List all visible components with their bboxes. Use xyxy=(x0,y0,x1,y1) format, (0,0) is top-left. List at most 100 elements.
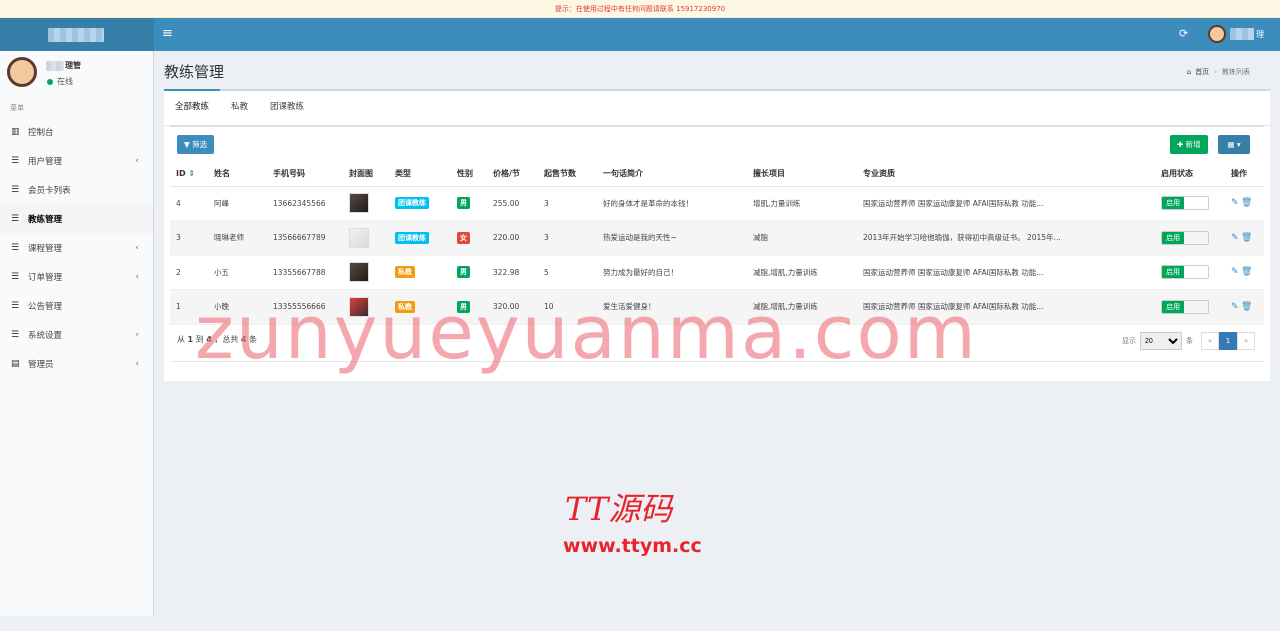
list-icon: ☰ xyxy=(11,271,20,282)
trash-icon[interactable]: 🗑 xyxy=(1241,198,1252,208)
logo[interactable] xyxy=(0,18,154,51)
cell-id: 4 xyxy=(170,186,208,221)
edit-icon[interactable]: ✎ xyxy=(1231,302,1239,312)
sidebar-item-6[interactable]: ☰ 公告管理 xyxy=(0,291,153,320)
cell-actions: ✎ 🗑 xyxy=(1225,289,1264,325)
column-header: 姓名 xyxy=(208,162,267,187)
status-toggle[interactable]: 启用 xyxy=(1161,196,1209,211)
refresh-icon[interactable]: ⟳ xyxy=(1179,27,1188,40)
table-row: 2 小五 13355667788 私教 男 322.98 5 努力成为最好的自己！ 减脂,增肌,… xyxy=(170,255,1264,290)
cell-id: 2 xyxy=(170,255,208,290)
cell-cover xyxy=(343,220,389,256)
cell-gender: 男 xyxy=(451,255,487,290)
table-row: 4 阿峰 13662345566 团课教练 男 255.00 3 好的身体才是革命的本钱！ 增肌… xyxy=(170,186,1264,221)
list-icon: ☰ xyxy=(11,213,20,224)
cell-actions: ✎ 🗑 xyxy=(1225,186,1264,221)
column-header: 起售节数 xyxy=(538,162,597,187)
filter-button[interactable]: ▼ 筛选 xyxy=(177,135,215,154)
tab-private-coach[interactable]: 私教 xyxy=(220,91,259,125)
breadcrumb-current: 教练列表 xyxy=(1222,68,1250,76)
cell-min-lessons: 5 xyxy=(538,255,597,290)
edit-icon[interactable]: ✎ xyxy=(1231,233,1239,243)
sidebar-toggle-icon[interactable]: ≡ xyxy=(162,26,173,42)
sidebar-item-8[interactable]: ▤ 管理员 ‹ xyxy=(0,349,153,378)
trash-icon[interactable]: 🗑 xyxy=(1241,302,1252,312)
edit-icon[interactable]: ✎ xyxy=(1231,198,1239,208)
cell-type: 私教 xyxy=(389,255,451,290)
status-toggle[interactable]: 启用 xyxy=(1161,265,1209,280)
tab-all-coaches[interactable]: 全部教练 xyxy=(164,89,221,125)
column-header: 专业资质 xyxy=(857,162,1155,187)
cover-image[interactable] xyxy=(349,193,369,214)
next-page-button[interactable]: » xyxy=(1237,332,1255,350)
cell-skill: 减脂 xyxy=(747,220,857,256)
column-header: 封面图 xyxy=(343,162,389,187)
column-header: 启用状态 xyxy=(1155,162,1225,187)
table-header-row: ID ⇕ 姓名 手机号码 封面图 类型 性别 价格/节 起售节数 一句话简介 擅长项目 专业资质 启用… xyxy=(170,162,1264,187)
type-badge: 团课教练 xyxy=(395,197,429,210)
status-toggle[interactable]: 启用 xyxy=(1161,299,1209,314)
list-icon: ☰ xyxy=(11,184,20,195)
column-header: 一句话简介 xyxy=(597,162,747,187)
home-icon: ⌂ xyxy=(1186,68,1192,76)
cell-name: 小五 xyxy=(208,255,267,290)
page-title: 教练管理 xyxy=(164,63,225,81)
cell-price: 220.00 xyxy=(487,220,538,256)
page-size-select[interactable]: 20 xyxy=(1140,332,1182,350)
sidebar: 理管 在线 菜单 ▥ 控制台 ☰ 用户管理 ‹ ☰ 会员卡列表 ☰ 教练管理 ☰ 课程管理 ‹ ☰ 订单管… xyxy=(0,51,154,616)
sidebar-item-3[interactable]: ☰ 教练管理 xyxy=(0,204,153,233)
breadcrumb: ⌂ 首页 › 教练列表 xyxy=(1186,67,1250,77)
sidebar-item-1[interactable]: ☰ 用户管理 ‹ xyxy=(0,146,153,175)
cell-actions: ✎ 🗑 xyxy=(1225,220,1264,256)
page-1-button[interactable]: 1 xyxy=(1219,332,1237,350)
sidebar-item-5[interactable]: ☰ 订单管理 ‹ xyxy=(0,262,153,291)
column-header: 擅长项目 xyxy=(747,162,857,187)
chevron-left-icon: ‹ xyxy=(135,329,139,340)
tab-bar: 全部教练 私教 团课教练 xyxy=(164,89,1270,126)
add-coach-button[interactable]: ✚ 新增 xyxy=(1170,135,1208,154)
cell-phone: 13662345566 xyxy=(267,186,343,221)
status-toggle[interactable]: 启用 xyxy=(1161,230,1209,245)
trash-icon[interactable]: 🗑 xyxy=(1241,267,1252,277)
cover-image[interactable] xyxy=(349,227,369,248)
column-header: 价格/节 xyxy=(487,162,538,187)
prev-page-button[interactable]: « xyxy=(1201,332,1219,350)
cell-intro: 努力成为最好的自己！ xyxy=(597,255,747,290)
sidebar-item-label: 控制台 xyxy=(28,127,54,138)
column-header: 手机号码 xyxy=(267,162,343,187)
chevron-left-icon: ‹ xyxy=(135,242,139,253)
admin-icon: ▤ xyxy=(11,358,20,369)
trash-icon[interactable]: 🗑 xyxy=(1241,233,1252,243)
column-header[interactable]: ID ⇕ xyxy=(170,162,208,187)
breadcrumb-home[interactable]: 首页 xyxy=(1195,67,1209,77)
sidebar-item-label: 用户管理 xyxy=(28,156,63,167)
edit-icon[interactable]: ✎ xyxy=(1231,267,1239,277)
gender-badge: 女 xyxy=(457,231,470,244)
column-header: 性别 xyxy=(451,162,487,187)
cell-status: 启用 xyxy=(1155,255,1225,290)
table-row: 3 晓琳老师 13566667789 团课教练女 220.00 3 热爱运动是我的天性~ 减脂… xyxy=(170,220,1264,256)
tab-group-coach[interactable]: 团课教练 xyxy=(259,91,315,125)
cell-phone: 13355667788 xyxy=(267,255,343,290)
cell-gender: 女 xyxy=(451,220,487,256)
sidebar-item-7[interactable]: ☰ 系统设置 ‹ xyxy=(0,320,153,349)
cell-type: 团课教练 xyxy=(389,186,451,221)
columns-toggle-button[interactable]: ▦ ▾ xyxy=(1218,135,1250,154)
user-menu[interactable]: 理 xyxy=(1208,25,1264,43)
list-icon: ☰ xyxy=(11,242,20,253)
watermark-text: zunyueyuanma.com xyxy=(195,290,978,376)
cover-image[interactable] xyxy=(349,262,369,283)
notice-bar: 提示：在使用过程中有任何问题请联系 15917230970 xyxy=(0,0,1280,18)
cell-status: 启用 xyxy=(1155,289,1225,325)
cell-skill: 增肌,力量训练 xyxy=(747,186,857,221)
sidebar-item-4[interactable]: ☰ 课程管理 ‹ xyxy=(0,233,153,262)
show-label: 显示 xyxy=(1122,337,1136,345)
menu-header: 菜单 xyxy=(10,104,24,112)
sort-icon[interactable]: ⇕ xyxy=(188,169,195,178)
top-navbar: ≡ ⟳ 理 xyxy=(0,18,1280,51)
sidebar-item-2[interactable]: ☰ 会员卡列表 xyxy=(0,175,153,204)
avatar xyxy=(1208,25,1226,43)
sidebar-item-0[interactable]: ▥ 控制台 xyxy=(0,117,153,146)
sidebar-item-label: 管理员 xyxy=(28,359,54,370)
cell-cover xyxy=(343,186,389,221)
